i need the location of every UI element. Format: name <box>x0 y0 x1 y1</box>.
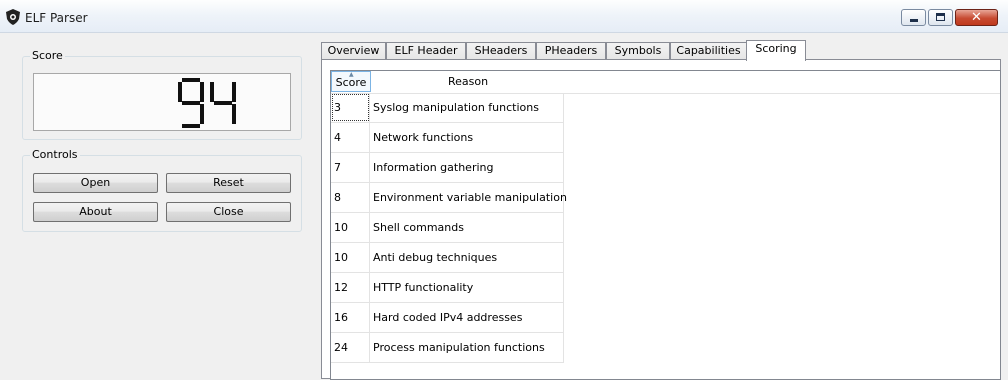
tab-elf-header[interactable]: ELF Header <box>386 42 466 60</box>
score-cell[interactable]: 10 <box>331 243 370 272</box>
table-row[interactable]: 3 Syslog manipulation functions <box>331 93 564 123</box>
reason-cell[interactable]: Information gathering <box>370 153 564 182</box>
score-cell[interactable]: 10 <box>331 213 370 242</box>
score-cell[interactable]: 7 <box>331 153 370 182</box>
table-row[interactable]: 10 Anti debug techniques <box>331 243 564 273</box>
reason-column-header[interactable]: Reason <box>371 71 565 92</box>
tab-pheaders[interactable]: PHeaders <box>536 42 606 60</box>
reason-cell[interactable]: HTTP functionality <box>370 273 564 302</box>
reason-cell[interactable]: Syslog manipulation functions <box>370 93 564 122</box>
tab-scoring[interactable]: Scoring <box>746 40 806 61</box>
table-row[interactable]: 7 Information gathering <box>331 153 564 183</box>
table-row[interactable]: 10 Shell commands <box>331 213 564 243</box>
table-row[interactable]: 12 HTTP functionality <box>331 273 564 303</box>
score-lcd-display <box>33 73 291 131</box>
lcd-segment <box>182 124 200 128</box>
tab-sheaders[interactable]: SHeaders <box>466 42 536 60</box>
table-row[interactable]: 24 Process manipulation functions <box>331 333 564 363</box>
minimize-icon <box>910 19 918 22</box>
maximize-button[interactable] <box>928 9 953 26</box>
window-title: ELF Parser <box>25 11 88 25</box>
score-cell[interactable]: 4 <box>331 123 370 152</box>
lcd-segment <box>182 101 200 105</box>
score-digits <box>178 78 236 128</box>
score-group: Score <box>22 49 302 140</box>
table-row[interactable]: 4 Network functions <box>331 123 564 153</box>
controls-group: Controls Open Reset About Close <box>22 148 302 232</box>
score-cell[interactable]: 12 <box>331 273 370 302</box>
close-button[interactable]: Close <box>166 202 291 222</box>
open-button[interactable]: Open <box>33 173 158 193</box>
minimize-button[interactable] <box>901 9 926 26</box>
lcd-segment <box>182 78 200 82</box>
lcd-segment <box>232 82 236 102</box>
score-group-title: Score <box>30 49 65 62</box>
score-cell[interactable]: 3 <box>331 93 370 122</box>
about-button[interactable]: About <box>33 202 158 222</box>
reason-cell[interactable]: Environment variable manipulation <box>370 183 567 212</box>
table-row[interactable]: 16 Hard coded IPv4 addresses <box>331 303 564 333</box>
score-cell[interactable]: 16 <box>331 303 370 332</box>
tab-overview[interactable]: Overview <box>321 42 386 60</box>
reason-cell[interactable]: Network functions <box>370 123 564 152</box>
maximize-icon <box>936 13 945 21</box>
shield-icon <box>6 9 20 25</box>
reason-cell[interactable]: Process manipulation functions <box>370 333 564 362</box>
reason-column-header-label: Reason <box>447 75 489 88</box>
scoring-tab-panel: ▲ Score Reason 3 Syslog manipulation func… <box>321 59 1001 380</box>
lcd-segment <box>200 104 204 124</box>
scoring-table[interactable]: ▲ Score Reason 3 Syslog manipulation func… <box>330 70 1001 380</box>
tab-symbols[interactable]: Symbols <box>606 42 670 60</box>
reset-button[interactable]: Reset <box>166 173 291 193</box>
lcd-segment <box>178 82 182 102</box>
lcd-segment <box>214 101 232 105</box>
close-window-button[interactable]: ✕ <box>955 9 998 26</box>
sort-up-icon: ▲ <box>349 71 354 78</box>
reason-cell[interactable]: Hard coded IPv4 addresses <box>370 303 564 332</box>
score-cell[interactable]: 24 <box>331 333 370 362</box>
close-icon: ✕ <box>971 10 982 25</box>
tab-capabilities[interactable]: Capabilities <box>670 42 747 60</box>
reason-cell[interactable]: Shell commands <box>370 213 564 242</box>
score-column-header[interactable]: ▲ Score <box>331 71 371 92</box>
lcd-segment <box>200 82 204 102</box>
title-bar[interactable]: ELF Parser ✕ <box>0 0 1008 33</box>
lcd-segment <box>232 104 236 124</box>
table-row[interactable]: 8 Environment variable manipulation <box>331 183 567 213</box>
table-header: ▲ Score Reason <box>331 71 1000 94</box>
reason-cell[interactable]: Anti debug techniques <box>370 243 564 272</box>
score-cell[interactable]: 8 <box>331 183 370 212</box>
controls-group-title: Controls <box>30 148 80 161</box>
lcd-segment <box>210 82 214 102</box>
